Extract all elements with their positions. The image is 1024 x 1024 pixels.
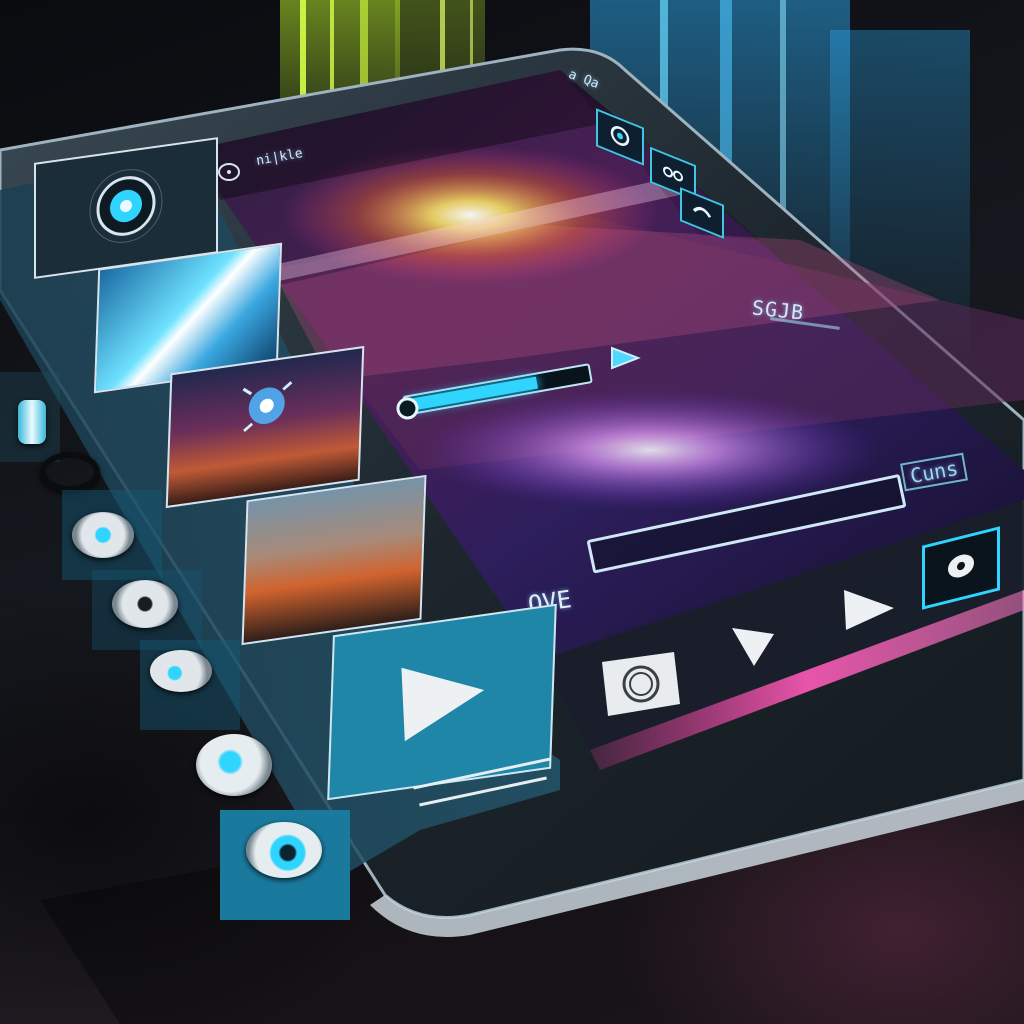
screw-icon[interactable] [18, 400, 46, 444]
record-orb-icon [89, 169, 163, 243]
target-icon [948, 554, 974, 578]
dial-icon[interactable] [72, 512, 134, 558]
circle-record-icon [610, 126, 630, 146]
scene: ni|kle a Qa SGJB OVE Cuns [0, 0, 1024, 1024]
chevron-icon [692, 206, 712, 218]
clock-icon[interactable] [214, 160, 244, 184]
power-icon[interactable] [246, 822, 322, 878]
glow-dial-icon[interactable] [196, 734, 272, 796]
large-play-icon [401, 667, 485, 742]
mini-play-icon[interactable] [608, 344, 642, 372]
lens-flare-icon [242, 381, 293, 433]
diamond-icon[interactable] [728, 622, 778, 668]
camera-button[interactable] [596, 648, 686, 720]
ring-icon[interactable] [40, 452, 100, 492]
thumbnail-clouds[interactable] [241, 474, 427, 646]
thumbnail-sunset[interactable] [165, 345, 365, 509]
speaker-icon[interactable] [150, 650, 212, 692]
play-icon[interactable] [836, 586, 898, 634]
dial-icon[interactable] [112, 580, 178, 628]
thumbnail-play[interactable] [327, 603, 557, 801]
two-dot-icon [663, 166, 683, 182]
